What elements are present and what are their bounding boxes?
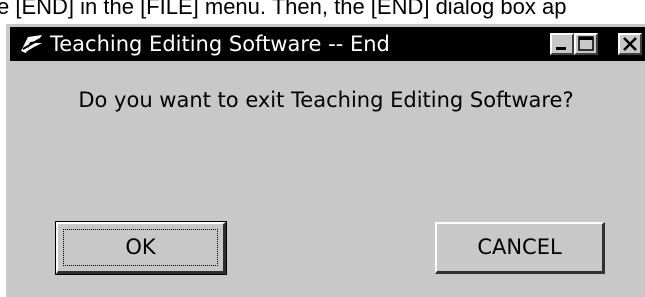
- page: e [END] in the [FILE] menu. Then, the [E…: [0, 0, 645, 297]
- cancel-button[interactable]: CANCEL: [435, 222, 605, 274]
- document-text-line: e [END] in the [FILE] menu. Then, the [E…: [0, 0, 567, 19]
- maximize-button[interactable]: [574, 33, 598, 55]
- dialog-window: Teaching Editing Software -- End Do you …: [4, 22, 645, 297]
- close-button[interactable]: [618, 33, 642, 55]
- minimize-button[interactable]: [550, 33, 574, 55]
- close-icon: [623, 37, 637, 51]
- title-bar[interactable]: Teaching Editing Software -- End: [10, 27, 645, 61]
- minimize-icon: [556, 47, 566, 50]
- app-icon: [18, 31, 46, 57]
- maximize-icon: [578, 36, 594, 51]
- window-title: Teaching Editing Software -- End: [50, 32, 390, 56]
- cancel-button-label: CANCEL: [477, 235, 562, 259]
- focus-rect: [63, 229, 218, 266]
- ok-button[interactable]: OK: [55, 221, 227, 275]
- dialog-message: Do you want to exit Teaching Editing Sof…: [78, 88, 574, 112]
